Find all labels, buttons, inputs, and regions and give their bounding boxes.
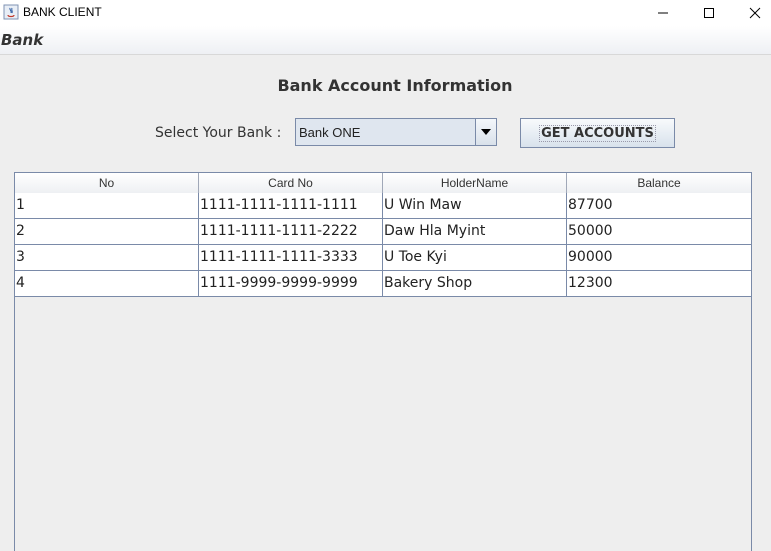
chevron-down-icon <box>481 129 491 135</box>
menu-bar: Bank <box>0 26 771 55</box>
page-title-text: Bank Account Information <box>277 76 513 95</box>
cell-balance[interactable]: 12300 <box>567 271 751 296</box>
table-body: 1 1111-1111-1111-1111 U Win Maw 87700 2 … <box>15 193 751 297</box>
page-title: Bank Account Information <box>0 76 771 95</box>
menu-bank[interactable]: Bank <box>1 31 43 49</box>
table-row[interactable]: 3 1111-1111-1111-3333 U Toe Kyi 90000 <box>15 245 751 271</box>
window-title: BANK CLIENT <box>23 5 102 19</box>
table-row[interactable]: 4 1111-9999-9999-9999 Bakery Shop 12300 <box>15 271 751 297</box>
cell-card-no[interactable]: 1111-1111-1111-1111 <box>199 193 383 218</box>
close-button[interactable] <box>732 0 771 26</box>
cell-no[interactable]: 2 <box>15 219 199 244</box>
cell-balance[interactable]: 90000 <box>567 245 751 270</box>
cell-card-no[interactable]: 1111-1111-1111-3333 <box>199 245 383 270</box>
dropdown-arrow-button[interactable] <box>475 119 496 145</box>
cell-holder-name[interactable]: U Win Maw <box>383 193 567 218</box>
accounts-table[interactable]: No Card No HolderName Balance 1 1111-111… <box>14 172 752 551</box>
close-icon <box>749 7 761 19</box>
table-row[interactable]: 1 1111-1111-1111-1111 U Win Maw 87700 <box>15 193 751 219</box>
select-bank-label: Select Your Bank : <box>155 125 282 141</box>
cell-holder-name[interactable]: Daw Hla Myint <box>383 219 567 244</box>
maximize-button[interactable] <box>686 0 732 26</box>
cell-no[interactable]: 4 <box>15 271 199 296</box>
cell-no[interactable]: 3 <box>15 245 199 270</box>
table-row[interactable]: 2 1111-1111-1111-2222 Daw Hla Myint 5000… <box>15 219 751 245</box>
maximize-icon <box>704 8 714 18</box>
bank-select-value: Bank ONE <box>299 125 361 140</box>
column-header-balance[interactable]: Balance <box>567 173 751 193</box>
cell-balance[interactable]: 50000 <box>567 219 751 244</box>
get-accounts-label: GET ACCOUNTS <box>539 124 656 142</box>
cell-card-no[interactable]: 1111-1111-1111-2222 <box>199 219 383 244</box>
cell-holder-name[interactable]: Bakery Shop <box>383 271 567 296</box>
cell-holder-name[interactable]: U Toe Kyi <box>383 245 567 270</box>
minimize-button[interactable] <box>640 0 686 26</box>
table-header: No Card No HolderName Balance <box>15 173 751 194</box>
cell-balance[interactable]: 87700 <box>567 193 751 218</box>
java-app-icon <box>3 4 19 20</box>
column-header-card-no[interactable]: Card No <box>199 173 383 193</box>
bank-select[interactable]: Bank ONE <box>295 118 497 146</box>
get-accounts-button[interactable]: GET ACCOUNTS <box>520 118 675 148</box>
column-header-holder-name[interactable]: HolderName <box>383 173 567 193</box>
cell-card-no[interactable]: 1111-9999-9999-9999 <box>199 271 383 296</box>
minimize-icon <box>658 12 668 14</box>
cell-no[interactable]: 1 <box>15 193 199 218</box>
title-bar: BANK CLIENT <box>0 0 771 26</box>
column-header-no[interactable]: No <box>15 173 199 193</box>
